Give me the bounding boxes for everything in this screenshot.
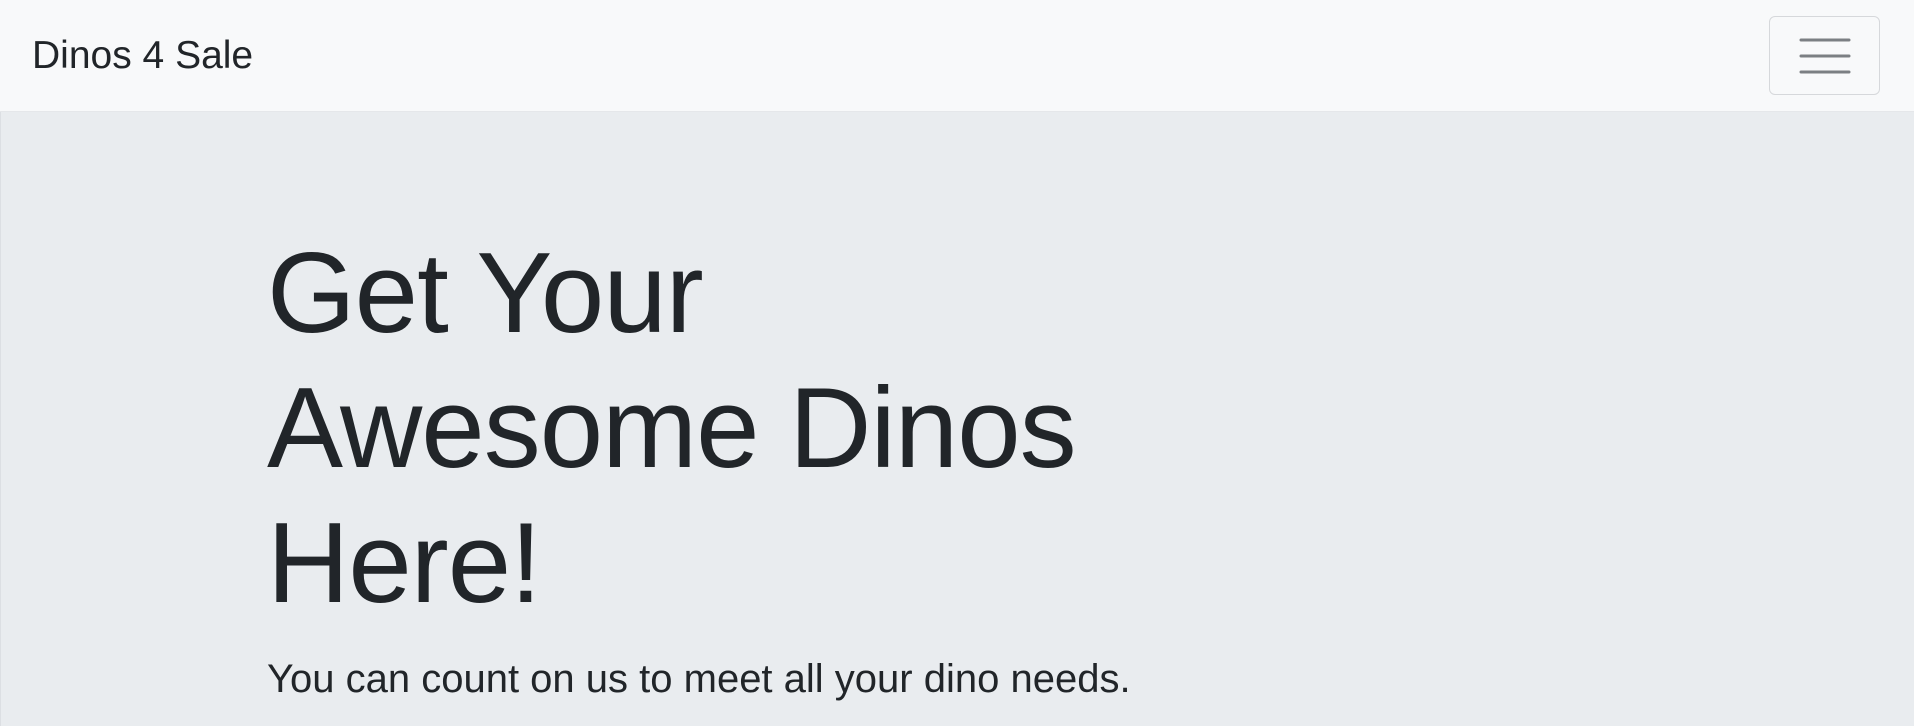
hero-content: Get Your Awesome Dinos Here! You can cou… [267, 226, 1207, 703]
hero-section: Get Your Awesome Dinos Here! You can cou… [0, 112, 1914, 726]
hero-title: Get Your Awesome Dinos Here! [267, 230, 1077, 627]
navbar: Dinos 4 Sale [0, 0, 1914, 112]
hero-lead: You can count on us to meet all your din… [267, 657, 1131, 701]
hamburger-menu-icon [1799, 38, 1850, 73]
page: Dinos 4 Sale Get Your Awesome Dinos Here… [0, 0, 1914, 726]
navbar-toggle-button[interactable] [1769, 16, 1880, 95]
brand-link[interactable]: Dinos 4 Sale [32, 36, 253, 75]
